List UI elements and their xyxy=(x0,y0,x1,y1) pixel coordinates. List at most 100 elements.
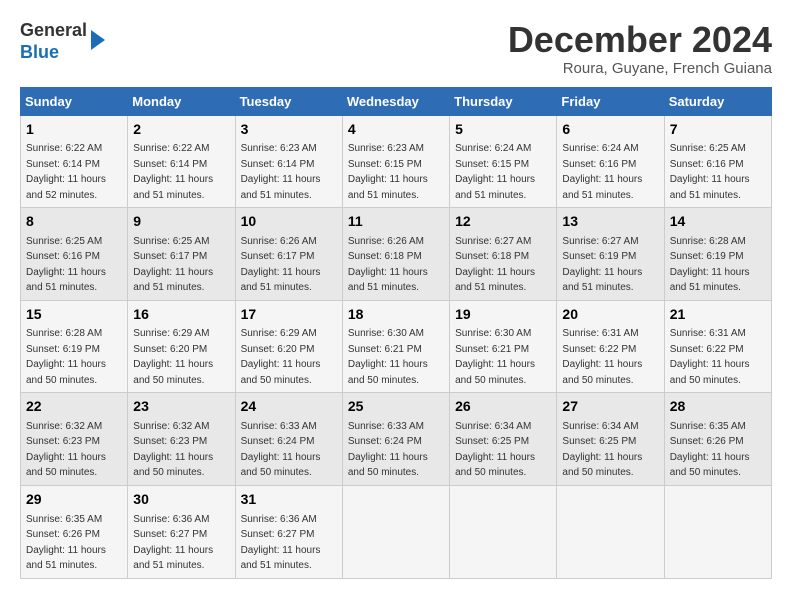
col-sunday: Sunday xyxy=(21,87,128,115)
table-cell: 16 Sunrise: 6:29 AMSunset: 6:20 PMDaylig… xyxy=(128,300,235,393)
day-info: Sunrise: 6:29 AMSunset: 6:20 PMDaylight:… xyxy=(133,328,213,386)
table-cell: 30 Sunrise: 6:36 AMSunset: 6:27 PMDaylig… xyxy=(128,485,235,578)
table-cell: 11 Sunrise: 6:26 AMSunset: 6:18 PMDaylig… xyxy=(342,208,449,301)
table-cell: 2 Sunrise: 6:22 AMSunset: 6:14 PMDayligh… xyxy=(128,115,235,208)
logo-arrow-icon xyxy=(91,30,105,50)
table-cell: 12 Sunrise: 6:27 AMSunset: 6:18 PMDaylig… xyxy=(450,208,557,301)
table-cell: 5 Sunrise: 6:24 AMSunset: 6:15 PMDayligh… xyxy=(450,115,557,208)
day-number: 28 xyxy=(670,397,766,417)
calendar-table: Sunday Monday Tuesday Wednesday Thursday… xyxy=(20,87,772,579)
calendar-header-row: Sunday Monday Tuesday Wednesday Thursday… xyxy=(21,87,772,115)
table-cell: 4 Sunrise: 6:23 AMSunset: 6:15 PMDayligh… xyxy=(342,115,449,208)
col-friday: Friday xyxy=(557,87,664,115)
table-cell: 22 Sunrise: 6:32 AMSunset: 6:23 PMDaylig… xyxy=(21,393,128,486)
table-cell: 1 Sunrise: 6:22 AMSunset: 6:14 PMDayligh… xyxy=(21,115,128,208)
page-header: General Blue December 2024 Roura, Guyane… xyxy=(20,20,772,77)
day-number: 23 xyxy=(133,397,229,417)
day-info: Sunrise: 6:22 AMSunset: 6:14 PMDaylight:… xyxy=(26,143,106,201)
table-row: 8 Sunrise: 6:25 AMSunset: 6:16 PMDayligh… xyxy=(21,208,772,301)
table-cell: 19 Sunrise: 6:30 AMSunset: 6:21 PMDaylig… xyxy=(450,300,557,393)
day-info: Sunrise: 6:27 AMSunset: 6:19 PMDaylight:… xyxy=(562,236,642,294)
table-cell: 15 Sunrise: 6:28 AMSunset: 6:19 PMDaylig… xyxy=(21,300,128,393)
day-info: Sunrise: 6:27 AMSunset: 6:18 PMDaylight:… xyxy=(455,236,535,294)
logo-blue: Blue xyxy=(20,42,87,64)
table-cell: 20 Sunrise: 6:31 AMSunset: 6:22 PMDaylig… xyxy=(557,300,664,393)
day-number: 21 xyxy=(670,305,766,325)
table-cell: 27 Sunrise: 6:34 AMSunset: 6:25 PMDaylig… xyxy=(557,393,664,486)
day-info: Sunrise: 6:28 AMSunset: 6:19 PMDaylight:… xyxy=(26,328,106,386)
day-info: Sunrise: 6:23 AMSunset: 6:15 PMDaylight:… xyxy=(348,143,428,201)
day-info: Sunrise: 6:26 AMSunset: 6:17 PMDaylight:… xyxy=(241,236,321,294)
table-cell: 25 Sunrise: 6:33 AMSunset: 6:24 PMDaylig… xyxy=(342,393,449,486)
table-cell: 18 Sunrise: 6:30 AMSunset: 6:21 PMDaylig… xyxy=(342,300,449,393)
day-number: 15 xyxy=(26,305,122,325)
table-cell: 7 Sunrise: 6:25 AMSunset: 6:16 PMDayligh… xyxy=(664,115,771,208)
col-thursday: Thursday xyxy=(450,87,557,115)
table-cell: 9 Sunrise: 6:25 AMSunset: 6:17 PMDayligh… xyxy=(128,208,235,301)
table-cell-empty xyxy=(342,485,449,578)
day-number: 1 xyxy=(26,120,122,140)
day-info: Sunrise: 6:22 AMSunset: 6:14 PMDaylight:… xyxy=(133,143,213,201)
day-info: Sunrise: 6:25 AMSunset: 6:17 PMDaylight:… xyxy=(133,236,213,294)
day-info: Sunrise: 6:34 AMSunset: 6:25 PMDaylight:… xyxy=(455,421,535,479)
table-cell-empty xyxy=(664,485,771,578)
day-info: Sunrise: 6:30 AMSunset: 6:21 PMDaylight:… xyxy=(455,328,535,386)
table-cell: 28 Sunrise: 6:35 AMSunset: 6:26 PMDaylig… xyxy=(664,393,771,486)
table-cell: 26 Sunrise: 6:34 AMSunset: 6:25 PMDaylig… xyxy=(450,393,557,486)
table-row: 29 Sunrise: 6:35 AMSunset: 6:26 PMDaylig… xyxy=(21,485,772,578)
day-number: 4 xyxy=(348,120,444,140)
day-number: 13 xyxy=(562,212,658,232)
col-saturday: Saturday xyxy=(664,87,771,115)
day-info: Sunrise: 6:33 AMSunset: 6:24 PMDaylight:… xyxy=(348,421,428,479)
day-info: Sunrise: 6:25 AMSunset: 6:16 PMDaylight:… xyxy=(670,143,750,201)
day-info: Sunrise: 6:36 AMSunset: 6:27 PMDaylight:… xyxy=(241,514,321,572)
col-wednesday: Wednesday xyxy=(342,87,449,115)
day-info: Sunrise: 6:28 AMSunset: 6:19 PMDaylight:… xyxy=(670,236,750,294)
day-number: 20 xyxy=(562,305,658,325)
day-number: 8 xyxy=(26,212,122,232)
table-row: 22 Sunrise: 6:32 AMSunset: 6:23 PMDaylig… xyxy=(21,393,772,486)
col-tuesday: Tuesday xyxy=(235,87,342,115)
table-cell: 6 Sunrise: 6:24 AMSunset: 6:16 PMDayligh… xyxy=(557,115,664,208)
day-number: 31 xyxy=(241,490,337,510)
table-cell: 17 Sunrise: 6:29 AMSunset: 6:20 PMDaylig… xyxy=(235,300,342,393)
day-number: 5 xyxy=(455,120,551,140)
month-title: December 2024 xyxy=(508,20,772,60)
day-number: 11 xyxy=(348,212,444,232)
day-info: Sunrise: 6:25 AMSunset: 6:16 PMDaylight:… xyxy=(26,236,106,294)
table-cell: 14 Sunrise: 6:28 AMSunset: 6:19 PMDaylig… xyxy=(664,208,771,301)
day-number: 16 xyxy=(133,305,229,325)
day-info: Sunrise: 6:34 AMSunset: 6:25 PMDaylight:… xyxy=(562,421,642,479)
day-info: Sunrise: 6:30 AMSunset: 6:21 PMDaylight:… xyxy=(348,328,428,386)
day-number: 19 xyxy=(455,305,551,325)
table-cell: 21 Sunrise: 6:31 AMSunset: 6:22 PMDaylig… xyxy=(664,300,771,393)
day-number: 2 xyxy=(133,120,229,140)
day-number: 7 xyxy=(670,120,766,140)
table-cell: 29 Sunrise: 6:35 AMSunset: 6:26 PMDaylig… xyxy=(21,485,128,578)
day-info: Sunrise: 6:29 AMSunset: 6:20 PMDaylight:… xyxy=(241,328,321,386)
table-cell: 8 Sunrise: 6:25 AMSunset: 6:16 PMDayligh… xyxy=(21,208,128,301)
day-info: Sunrise: 6:36 AMSunset: 6:27 PMDaylight:… xyxy=(133,514,213,572)
day-info: Sunrise: 6:23 AMSunset: 6:14 PMDaylight:… xyxy=(241,143,321,201)
day-number: 26 xyxy=(455,397,551,417)
day-number: 9 xyxy=(133,212,229,232)
logo: General Blue xyxy=(20,20,105,63)
day-number: 17 xyxy=(241,305,337,325)
table-cell: 31 Sunrise: 6:36 AMSunset: 6:27 PMDaylig… xyxy=(235,485,342,578)
day-number: 6 xyxy=(562,120,658,140)
day-number: 22 xyxy=(26,397,122,417)
table-cell-empty xyxy=(557,485,664,578)
day-info: Sunrise: 6:31 AMSunset: 6:22 PMDaylight:… xyxy=(670,328,750,386)
day-number: 27 xyxy=(562,397,658,417)
table-cell-empty xyxy=(450,485,557,578)
day-number: 25 xyxy=(348,397,444,417)
day-info: Sunrise: 6:31 AMSunset: 6:22 PMDaylight:… xyxy=(562,328,642,386)
day-info: Sunrise: 6:33 AMSunset: 6:24 PMDaylight:… xyxy=(241,421,321,479)
table-cell: 13 Sunrise: 6:27 AMSunset: 6:19 PMDaylig… xyxy=(557,208,664,301)
day-info: Sunrise: 6:24 AMSunset: 6:16 PMDaylight:… xyxy=(562,143,642,201)
day-number: 18 xyxy=(348,305,444,325)
day-info: Sunrise: 6:24 AMSunset: 6:15 PMDaylight:… xyxy=(455,143,535,201)
table-cell: 10 Sunrise: 6:26 AMSunset: 6:17 PMDaylig… xyxy=(235,208,342,301)
day-number: 12 xyxy=(455,212,551,232)
day-number: 10 xyxy=(241,212,337,232)
